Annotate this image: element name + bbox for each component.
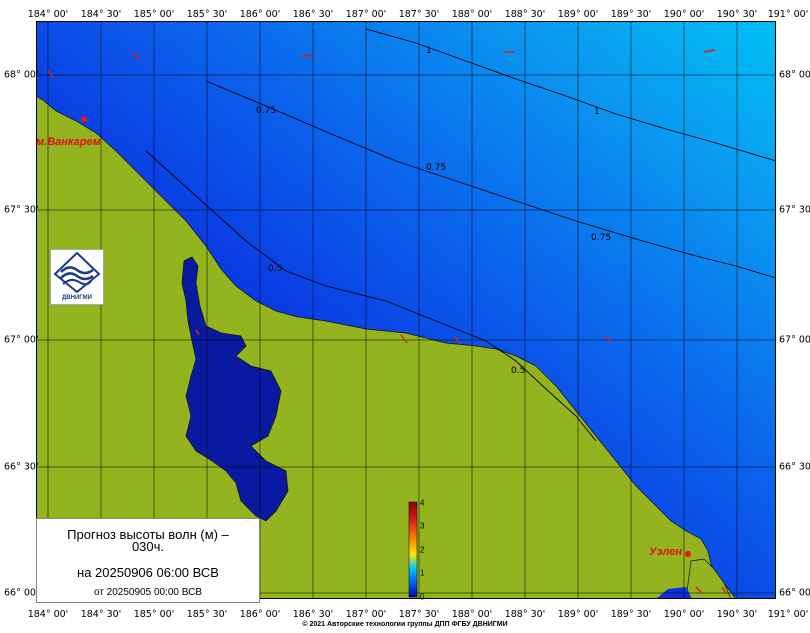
lat-tick: 67° 30' <box>4 204 39 216</box>
forecast-title-line2: 030ч. <box>131 539 165 554</box>
lat-tick: 66° 00' <box>779 587 810 599</box>
lon-tick: 187° 30' <box>398 9 440 20</box>
lon-tick: 186° 30' <box>292 9 334 20</box>
lon-tick: 189° 30' <box>610 9 652 20</box>
lon-tick: 186° 30' <box>292 609 334 620</box>
lon-tick: 185° 30' <box>186 609 228 620</box>
map-frame <box>36 21 776 599</box>
forecast-time: на 20250906 06:00 ВСВ <box>77 565 219 580</box>
lon-tick: 186° 00' <box>239 9 281 20</box>
lon-tick: 184° 00' <box>27 609 69 620</box>
lon-tick: 188° 30' <box>504 9 546 20</box>
forecast-info-box: Прогноз высоты волн (м) – 030ч. на 20250… <box>36 518 260 603</box>
lon-tick: 188° 00' <box>451 609 493 620</box>
lon-tick: 186° 00' <box>239 609 281 620</box>
place-label-uelen: Уэлен <box>649 546 682 558</box>
colorbar-label: 1 <box>420 568 425 578</box>
lon-tick: 185° 00' <box>133 609 175 620</box>
lon-tick: 187° 00' <box>345 609 387 620</box>
lon-tick: 188° 00' <box>451 9 493 20</box>
lon-tick: 190° 00' <box>663 9 705 20</box>
lon-tick: 184° 30' <box>80 609 122 620</box>
lat-tick: 68° 00' <box>4 69 39 81</box>
colorbar-label: 3 <box>420 521 425 531</box>
forecast-title: Прогноз высоты волн (м) – 030ч. <box>37 528 259 554</box>
wave-logo-icon <box>53 251 101 294</box>
lon-tick: 184° 00' <box>27 9 69 20</box>
lat-tick: 67° 00' <box>4 334 39 346</box>
lon-tick: 187° 30' <box>398 609 440 620</box>
lon-tick: 191° 00' <box>767 9 809 20</box>
dvnigmi-logo: ДВНИГМИ <box>50 249 104 305</box>
lon-tick: 191° 00' <box>767 609 809 620</box>
lon-tick: 189° 00' <box>557 9 599 20</box>
copyright: © 2021 Авторские технологии группы ДПП Ф… <box>302 621 508 628</box>
lon-tick: 189° 30' <box>610 609 652 620</box>
place-label-vankarem: м.Ванкарем <box>36 136 101 148</box>
lon-tick: 185° 30' <box>186 9 228 20</box>
lat-tick: 66° 30' <box>4 461 39 473</box>
lon-tick: 190° 30' <box>716 609 758 620</box>
lon-tick: 188° 30' <box>504 609 546 620</box>
lon-tick: 190° 00' <box>663 609 705 620</box>
lon-tick: 185° 00' <box>133 9 175 20</box>
lon-tick: 184° 30' <box>80 9 122 20</box>
logo-label: ДВНИГМИ <box>62 295 92 301</box>
colorbar-label: 0 <box>420 592 425 602</box>
colorbar-label: 2 <box>420 545 425 555</box>
lat-tick: 67° 00' <box>779 334 810 346</box>
colorbar-label: 4 <box>420 498 425 508</box>
lat-tick: 66° 00' <box>4 587 39 599</box>
lon-tick: 189° 00' <box>557 609 599 620</box>
lon-tick: 190° 30' <box>716 9 758 20</box>
lat-tick: 66° 30' <box>779 461 810 473</box>
lat-tick: 67° 30' <box>779 204 810 216</box>
lon-tick: 187° 00' <box>345 9 387 20</box>
lat-tick: 68° 00' <box>779 69 810 81</box>
base-time: от 20250905 00:00 ВСВ <box>93 587 202 598</box>
